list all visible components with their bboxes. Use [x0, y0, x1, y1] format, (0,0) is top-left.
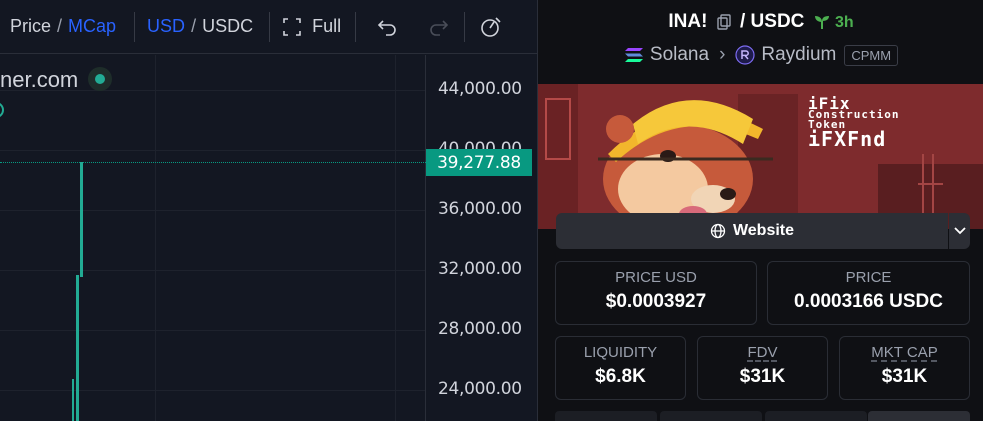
- live-indicator-icon: [88, 67, 112, 91]
- fdv-value: $31K: [739, 366, 786, 387]
- chart-plot-area[interactable]: ner.com 44,000.00 40,000.00 36,000.00 32…: [0, 55, 537, 421]
- pair-title: INA! / USDC 3h: [668, 11, 854, 32]
- y-tick: 44,000.00: [438, 79, 522, 99]
- y-tick: 24,000.00: [438, 379, 522, 399]
- price-usd-value: $0.0003927: [605, 291, 707, 312]
- fullscreen-icon: [283, 17, 301, 36]
- screen: Price / MCap USD / USDC Full ner.com 44,…: [0, 0, 983, 421]
- price-usd-card: PRICE USD $0.0003927: [555, 261, 757, 325]
- y-tick: 28,000.00: [438, 319, 522, 339]
- timeframe-tab[interactable]: [660, 411, 762, 421]
- full-label: Full: [312, 16, 342, 36]
- pair-age: 3h: [834, 14, 854, 31]
- price-quote-card: PRICE 0.0003166 USDC: [767, 261, 970, 325]
- mktcap-card[interactable]: MKT CAP $31K: [839, 336, 970, 400]
- currency-toggle[interactable]: USD / USDC: [147, 16, 253, 37]
- candle: [76, 275, 79, 421]
- liquidity-label: LIQUIDITY: [583, 344, 658, 361]
- current-price-line: [0, 162, 426, 163]
- snapshot-button[interactable]: [479, 15, 503, 39]
- website-label: Website: [732, 222, 795, 239]
- sprout-icon: [814, 15, 829, 29]
- price-usd-label: PRICE USD: [615, 269, 697, 286]
- dex-link[interactable]: Raydium: [761, 44, 836, 66]
- chevron-down-icon: [953, 227, 966, 235]
- toolbar-divider: [269, 11, 271, 42]
- timeframe-tab[interactable]: [555, 411, 657, 421]
- solana-icon: [624, 48, 643, 62]
- y-tick: 32,000.00: [438, 259, 522, 279]
- toolbar-divider: [134, 11, 136, 42]
- liquidity-card: LIQUIDITY $6.8K: [555, 336, 686, 400]
- mktcap-label: MKT CAP: [871, 344, 938, 361]
- watermark-text: ner.com: [0, 67, 79, 92]
- undo-icon: [377, 19, 396, 36]
- price-toggle[interactable]: Price / MCap: [10, 16, 116, 37]
- y-axis[interactable]: [425, 55, 426, 421]
- mcap-label: MCap: [68, 16, 117, 36]
- globe-icon: [710, 223, 726, 239]
- pool-type-badge: CPMM: [844, 44, 899, 66]
- toolbar-divider: [464, 11, 466, 42]
- links-dropdown-button[interactable]: [949, 213, 970, 249]
- candle: [72, 379, 74, 421]
- timeframe-tab-active[interactable]: [868, 411, 970, 421]
- timeframe-tab[interactable]: [765, 411, 867, 421]
- banner-artwork: [538, 84, 983, 229]
- snapshot-icon: [481, 16, 501, 37]
- usdc-label: USDC: [202, 16, 254, 36]
- raydium-icon: [735, 45, 755, 65]
- liquidity-value: $6.8K: [595, 366, 646, 387]
- toolbar-divider: [355, 11, 357, 42]
- price-quote-label: PRICE: [845, 269, 892, 286]
- fdv-card[interactable]: FDV $31K: [697, 336, 828, 400]
- copy-icon[interactable]: [717, 14, 731, 30]
- chart-toolbar: Price / MCap USD / USDC Full: [0, 0, 537, 54]
- token-banner-image: iFix Construction Token iFXFnd: [538, 84, 983, 229]
- fullscreen-button[interactable]: Full: [282, 16, 341, 37]
- indicator-ring-icon: [0, 102, 4, 118]
- chain-breadcrumb: Solana › Raydium CPMM: [538, 44, 983, 66]
- undo-button[interactable]: [376, 16, 398, 38]
- usd-label: USD: [147, 16, 186, 36]
- chain-link[interactable]: Solana: [650, 44, 709, 66]
- base-token: INA!: [668, 11, 708, 32]
- price-chart[interactable]: Price / MCap USD / USDC Full ner.com 44,…: [0, 0, 537, 421]
- fdv-label: FDV: [747, 344, 778, 361]
- price-label: Price: [10, 16, 52, 36]
- quote-token: USDC: [750, 11, 805, 32]
- candle: [80, 162, 83, 277]
- banner-line-4: iFXFnd: [808, 127, 887, 151]
- pair-info-panel: INA! / USDC 3h Solana › Raydium CPMM iFi…: [537, 0, 983, 421]
- current-price-tag: 39,277.88: [426, 149, 532, 176]
- chevron-right-icon: ›: [719, 44, 726, 65]
- price-quote-value: 0.0003166 USDC: [794, 291, 943, 312]
- redo-icon: [430, 19, 449, 36]
- mktcap-value: $31K: [881, 366, 928, 387]
- y-tick: 36,000.00: [438, 199, 522, 219]
- redo-button[interactable]: [428, 16, 450, 38]
- website-button[interactable]: Website: [556, 213, 948, 249]
